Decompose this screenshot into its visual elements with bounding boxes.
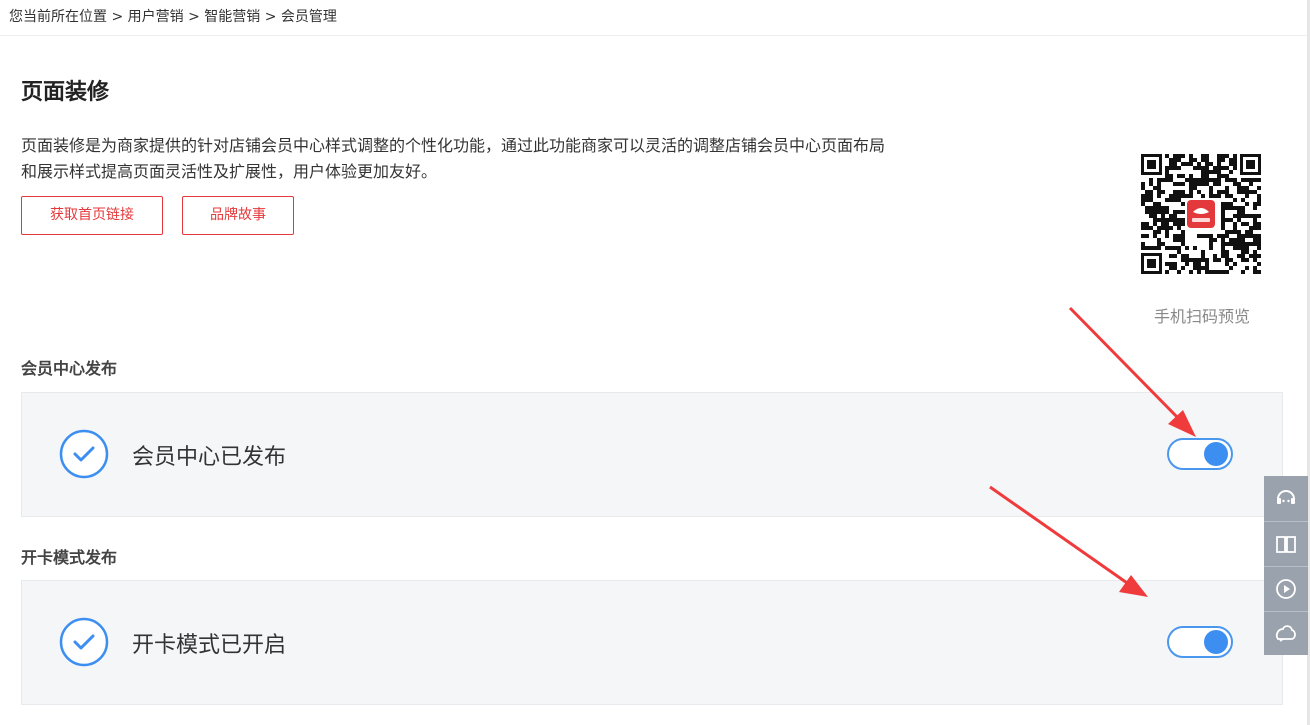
customer-service-icon — [1277, 490, 1295, 504]
description-line-1: 页面装修是为商家提供的针对店铺会员中心样式调整的个性化功能，通过此功能商家可以灵… — [21, 136, 886, 155]
breadcrumb: 您当前所在位置 > 用户营销 > 智能营销 > 会员管理 — [0, 0, 1310, 36]
jd-logo-icon — [1185, 198, 1217, 230]
member-center-publish-panel: 会员中心已发布 — [21, 392, 1283, 517]
breadcrumb-item-user-marketing[interactable]: 用户营销 — [128, 9, 184, 25]
feedback-icon — [1275, 624, 1296, 642]
breadcrumb-separator: > — [260, 9, 281, 25]
breadcrumb-item-member-management: 会员管理 — [280, 9, 337, 25]
play-icon — [1276, 578, 1296, 599]
toggle-knob — [1204, 442, 1228, 466]
breadcrumb-item-smart-marketing[interactable]: 智能营销 — [204, 9, 260, 25]
card-mode-publish-panel: 开卡模式已开启 — [21, 580, 1283, 705]
toggle-knob — [1204, 630, 1228, 654]
video-tutorial-button[interactable] — [1264, 566, 1308, 610]
check-circle-icon — [59, 617, 109, 667]
get-home-link-button[interactable]: 获取首页链接 — [21, 196, 163, 235]
customer-service-button[interactable] — [1264, 476, 1308, 520]
breadcrumb-prefix: 您当前所在位置 > — [9, 9, 128, 25]
feedback-button[interactable] — [1264, 611, 1308, 655]
guide-book-button[interactable] — [1264, 521, 1308, 565]
floating-toolbar — [1264, 476, 1308, 655]
preview-qr-code — [1141, 154, 1261, 274]
page-description: 页面装修是为商家提供的针对店铺会员中心样式调整的个性化功能，通过此功能商家可以灵… — [21, 133, 1011, 185]
page-title: 页面装修 — [21, 80, 110, 105]
member-center-status-text: 会员中心已发布 — [132, 445, 287, 470]
member-center-publish-toggle[interactable] — [1167, 438, 1233, 470]
qr-caption: 手机扫码预览 — [1153, 307, 1250, 326]
breadcrumb-separator: > — [183, 9, 205, 25]
brand-story-button[interactable]: 品牌故事 — [182, 196, 294, 235]
check-circle-icon — [59, 429, 109, 479]
card-mode-status-text: 开卡模式已开启 — [132, 633, 287, 658]
description-line-2: 和展示样式提高页面灵活性及扩展性，用户体验更加友好。 — [21, 162, 438, 181]
section-title-card-mode: 开卡模式发布 — [21, 548, 118, 567]
card-mode-publish-toggle[interactable] — [1167, 626, 1233, 658]
section-title-member-center: 会员中心发布 — [21, 359, 118, 378]
book-icon — [1276, 535, 1296, 553]
